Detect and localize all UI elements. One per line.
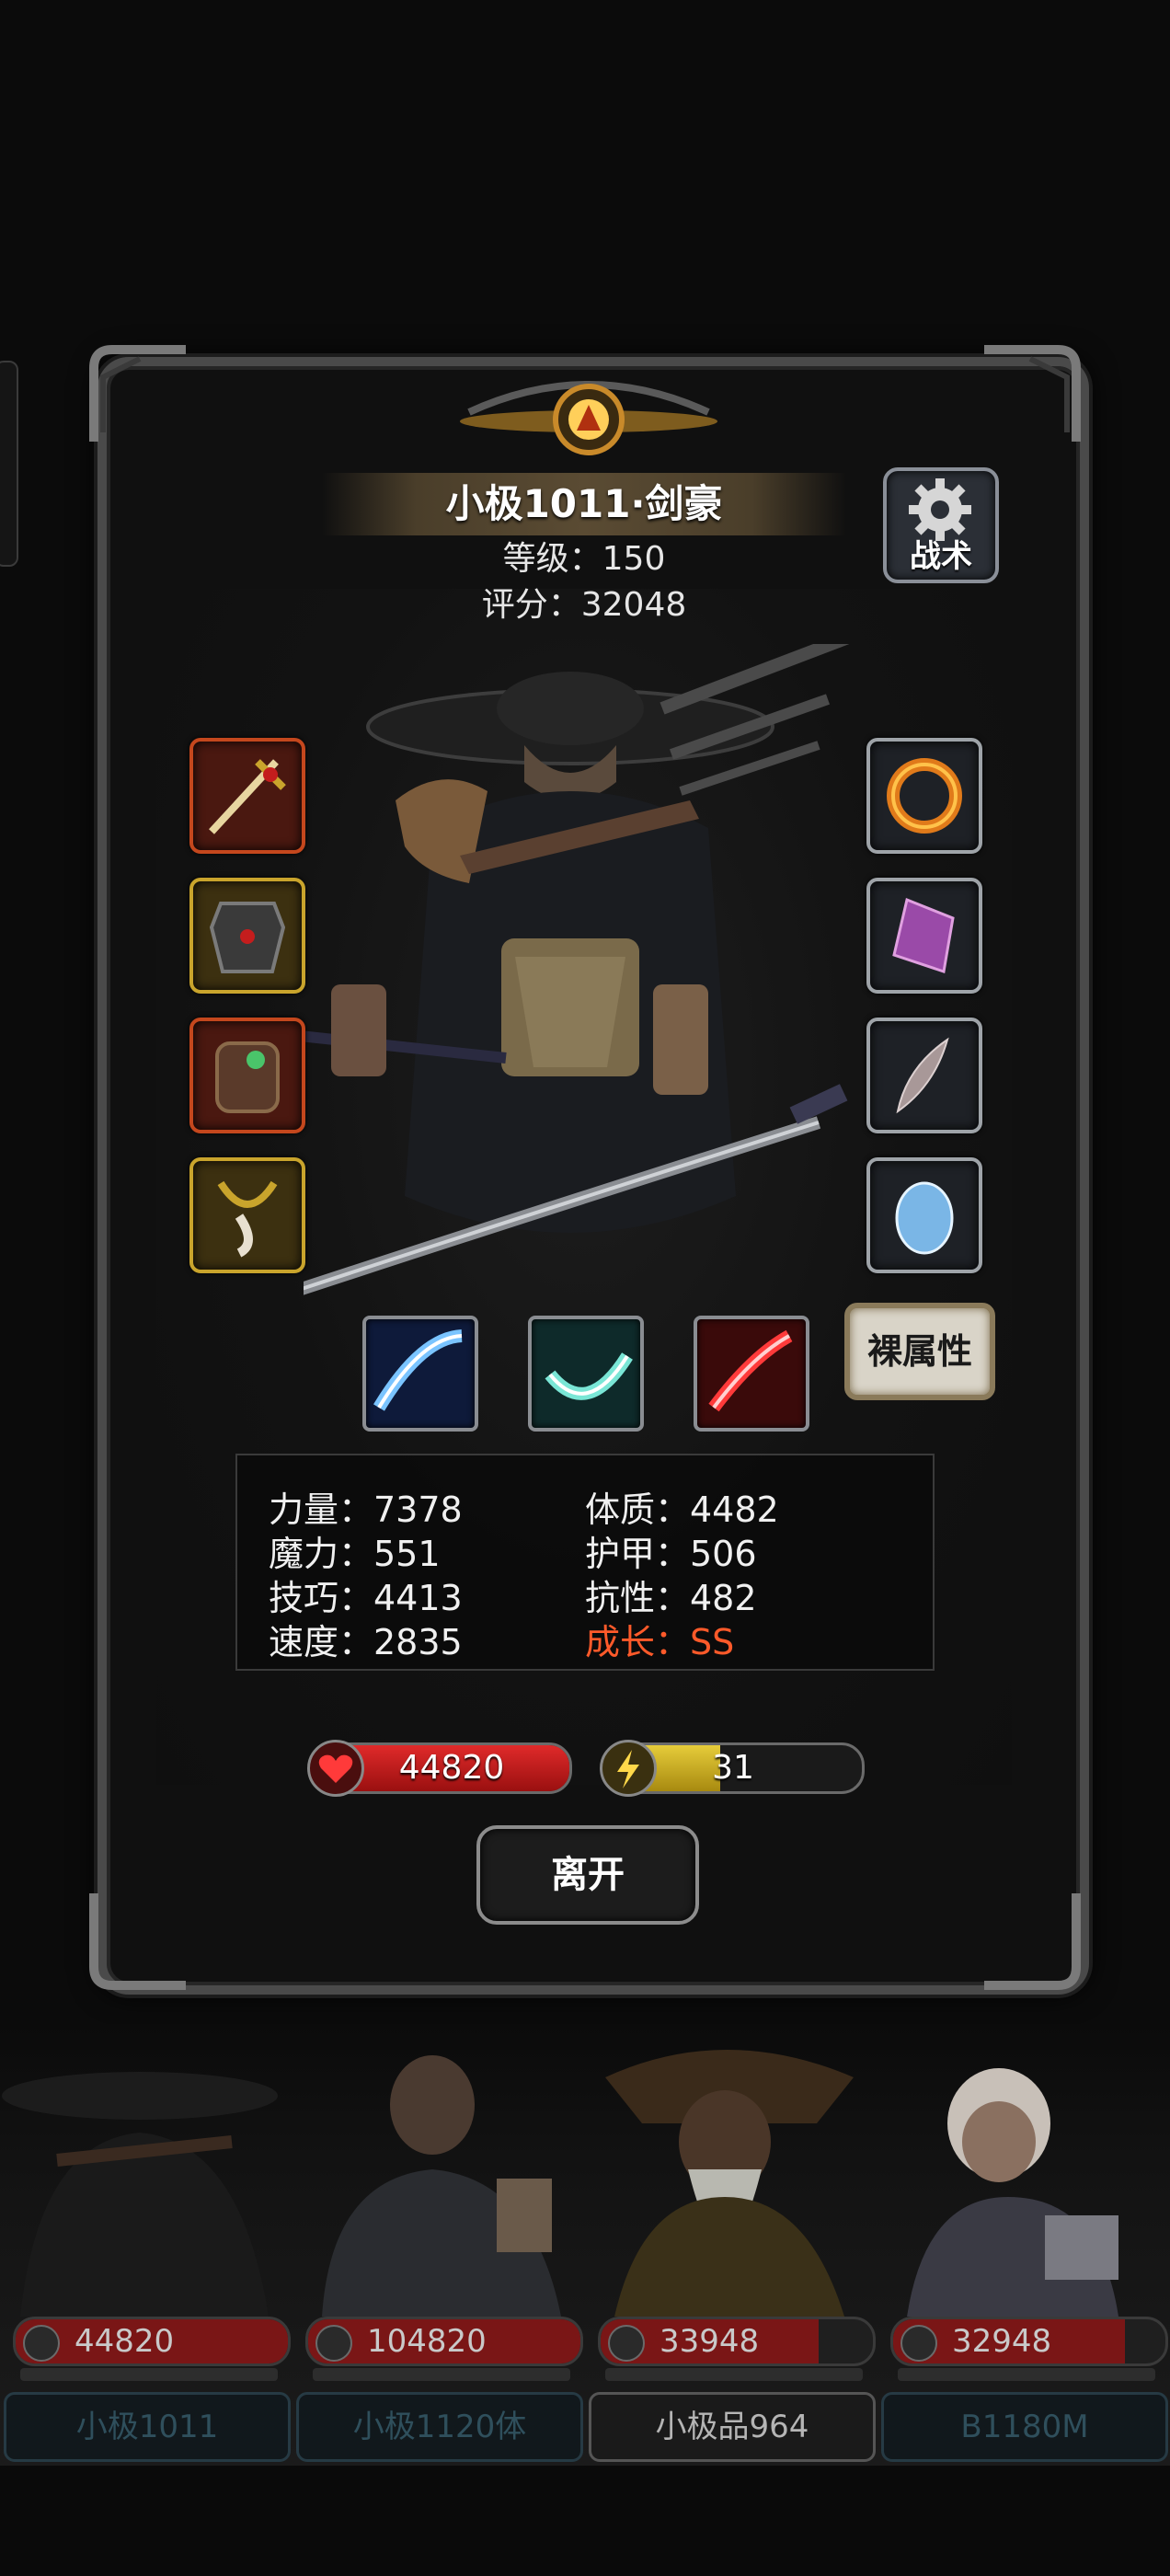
team-hero-1-portrait[interactable] — [2, 2041, 289, 2317]
team-hero-1-name[interactable]: 小极1011 — [4, 2392, 291, 2462]
side-drawer-tab[interactable] — [0, 361, 18, 567]
stat-strength: 力量：7378 — [269, 1489, 463, 1530]
equip-slot-charm[interactable] — [866, 1018, 982, 1133]
team-hero-4-hp-value: 32948 — [952, 2323, 1052, 2360]
team-hero-3-hp-bar: 33948 — [598, 2317, 876, 2366]
stat-constitution: 体质：4482 — [585, 1489, 779, 1530]
fire-ring-item-icon — [887, 758, 962, 834]
stat-skill: 技巧：4413 — [269, 1578, 463, 1618]
equip-slot-ring[interactable] — [866, 738, 982, 854]
team-hero-3-mp-bar — [605, 2368, 863, 2381]
team-hero-2-hp-bar: 104820 — [305, 2317, 583, 2366]
equip-slot-gem[interactable] — [866, 878, 982, 994]
team-hero-2-name[interactable]: 小极1120体 — [296, 2392, 583, 2462]
equip-slot-weapon[interactable] — [189, 738, 305, 854]
team-hero-1-hp-value: 44820 — [75, 2323, 175, 2360]
crystal-item-icon — [892, 897, 955, 973]
corner-ornament-bottom-right — [975, 1884, 1085, 1995]
corner-ornament-top-left — [85, 340, 195, 451]
emblem-crest — [460, 381, 717, 455]
team-hero-4-portrait[interactable] — [879, 2041, 1166, 2317]
armor-item-icon — [209, 902, 286, 973]
hp-icon — [900, 2325, 937, 2362]
team-hero-2-hp-value: 104820 — [367, 2323, 487, 2360]
team-hero-4-mp-bar — [898, 2368, 1155, 2381]
stat-magic: 魔力：551 — [269, 1534, 441, 1574]
corner-ornament-bottom-left — [85, 1884, 195, 1995]
team-hero-2-portrait[interactable] — [294, 2041, 581, 2317]
team-hero-3-name[interactable]: 小极品964 — [589, 2392, 876, 2462]
team-hero-4-name[interactable]: B1180M — [881, 2392, 1168, 2462]
stat-speed: 速度：2835 — [269, 1622, 463, 1662]
skill-slot-1[interactable] — [362, 1316, 478, 1432]
team-hero-1-hp-bar: 44820 — [13, 2317, 291, 2366]
red-slash-skill-icon — [708, 1329, 793, 1412]
equip-slot-orb[interactable] — [866, 1157, 982, 1273]
team-hero-1-mp-bar — [20, 2368, 278, 2381]
stat-armor: 护甲：506 — [585, 1534, 757, 1574]
skill-slot-3[interactable] — [694, 1316, 809, 1432]
stat-growth: 成长：SS — [585, 1622, 735, 1662]
lightning-icon — [600, 1740, 657, 1797]
tactics-label: 战术 — [910, 538, 972, 575]
tactics-button[interactable]: 战术 — [883, 467, 999, 583]
equip-slot-armor[interactable] — [189, 878, 305, 994]
level-text: 等级：150 — [502, 540, 666, 578]
feather-item-icon — [896, 1037, 949, 1114]
bare-attributes-button[interactable]: 裸属性 — [844, 1303, 995, 1400]
team-hero-4-hp-bar: 32948 — [890, 2317, 1168, 2366]
corner-ornament-top-right — [975, 340, 1085, 451]
sword-item-icon — [209, 759, 286, 834]
ice-gem-item-icon — [895, 1181, 954, 1255]
backpack-item-icon — [215, 1041, 280, 1113]
hp-icon — [608, 2325, 645, 2362]
blue-slash-skill-icon — [373, 1329, 463, 1411]
equip-slot-back[interactable] — [189, 1018, 305, 1133]
team-hero-2-mp-bar — [313, 2368, 570, 2381]
equip-slot-accessory[interactable] — [189, 1157, 305, 1273]
heart-icon — [307, 1740, 364, 1797]
skill-slot-2[interactable] — [528, 1316, 644, 1432]
bottom-strip — [0, 2466, 1170, 2576]
hp-icon — [315, 2325, 352, 2362]
score-text: 评分：32048 — [481, 586, 687, 624]
hp-icon — [23, 2325, 60, 2362]
team-hero-3-portrait[interactable] — [587, 2041, 874, 2317]
teal-slash-skill-icon — [545, 1352, 633, 1400]
character-title: 小极1011·剑豪 — [445, 481, 723, 526]
team-hero-3-hp-value: 33948 — [660, 2323, 760, 2360]
talisman-item-icon — [217, 1180, 278, 1258]
leave-button[interactable]: 离开 — [476, 1825, 699, 1925]
stat-resistance: 抗性：482 — [585, 1578, 757, 1618]
